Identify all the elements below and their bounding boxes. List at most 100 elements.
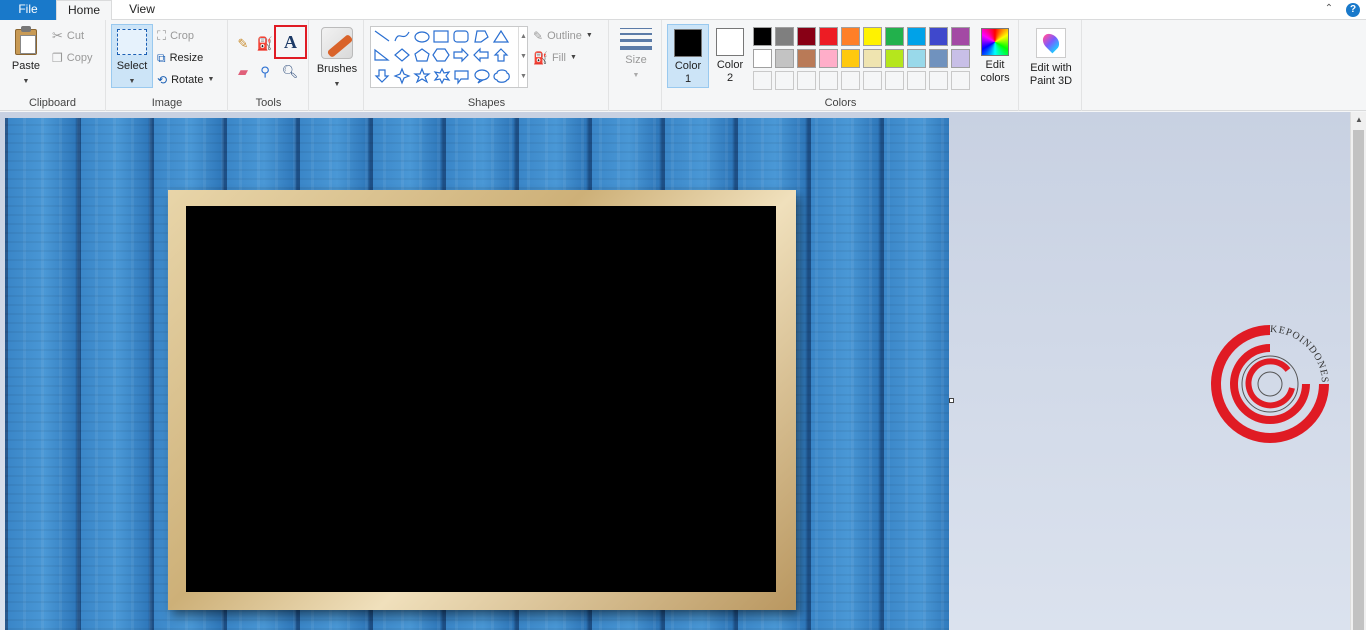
cut-button[interactable]: ✂ Cut <box>52 26 84 46</box>
image-group: Select ▼ ⛶ Crop ⧉ Resize ⟲ Rotate ▼ Imag… <box>107 20 228 111</box>
color2-button[interactable]: Color 2 <box>709 24 751 88</box>
palette-swatch[interactable] <box>841 27 860 46</box>
canvas-workspace <box>0 112 1350 630</box>
custom-color-slot[interactable] <box>951 71 970 90</box>
rotate-icon: ⟲ <box>157 73 168 87</box>
scroll-up-icon[interactable]: ▲ <box>1351 112 1366 128</box>
expand-gallery-icon[interactable]: ▼ <box>519 67 528 87</box>
help-icon[interactable]: ? <box>1346 3 1360 17</box>
brushes-label: Brushes <box>316 63 358 75</box>
colors-group-label: Colors <box>824 97 857 109</box>
palette-swatch[interactable] <box>951 49 970 68</box>
resize-label: Resize <box>169 52 204 64</box>
eraser-icon[interactable]: ▰ <box>233 62 253 82</box>
palette-swatch[interactable] <box>775 49 794 68</box>
palette-swatch[interactable] <box>819 49 838 68</box>
edit-colors-label: Edit colors <box>980 59 1010 84</box>
tab-home[interactable]: Home <box>56 0 112 21</box>
palette-swatch[interactable] <box>929 27 948 46</box>
colors-group: Color 1 Color 2 Edit colors Colors <box>663 20 1019 111</box>
palette-swatch[interactable] <box>863 49 882 68</box>
line-width-icon <box>620 28 652 50</box>
palette-swatch[interactable] <box>775 27 794 46</box>
custom-color-slot[interactable] <box>885 71 904 90</box>
paint-window: File Home View ⌃ ? Paste ▼ ✂ Cut ❐ Copy … <box>0 0 1366 630</box>
palette-swatch[interactable] <box>885 49 904 68</box>
crop-button[interactable]: ⛶ Crop <box>157 26 194 46</box>
outline-button[interactable]: ✎ Outline ▼ <box>533 26 593 46</box>
shapes-icons <box>374 29 510 85</box>
scissors-icon: ✂ <box>52 28 63 43</box>
custom-color-slot[interactable] <box>929 71 948 90</box>
chevron-down-icon: ▼ <box>570 54 577 61</box>
rotate-button[interactable]: ⟲ Rotate ▼ <box>157 70 214 90</box>
color1-swatch <box>674 29 702 57</box>
size-label: Size <box>625 54 647 66</box>
ribbon-tab-bar: File Home View ⌃ ? <box>0 0 1366 21</box>
palette-swatch[interactable] <box>885 27 904 46</box>
tools-group: ✎ ⛽ A ▰ ⚲ 🔍︎ Tools <box>229 20 309 111</box>
tab-view[interactable]: View <box>116 0 168 20</box>
text-tool-icon[interactable]: A <box>274 25 307 59</box>
palette-swatch[interactable] <box>753 49 772 68</box>
brushes-button[interactable]: Brushes ▼ <box>313 24 361 88</box>
custom-color-slot[interactable] <box>841 71 860 90</box>
outline-icon: ✎ <box>533 29 544 43</box>
custom-color-slot[interactable] <box>797 71 816 90</box>
scroll-down-icon[interactable]: ▼ <box>519 47 528 67</box>
edit-colors-button[interactable]: Edit colors <box>974 24 1016 88</box>
palette-swatch[interactable] <box>907 27 926 46</box>
clipboard-group-label: Clipboard <box>28 97 77 109</box>
magnifier-icon[interactable]: 🔍︎ <box>280 62 300 82</box>
paste-label: Paste <box>11 60 41 72</box>
palette-swatch[interactable] <box>797 27 816 46</box>
blackboard <box>186 206 776 592</box>
fill-bucket-icon[interactable]: ⛽ <box>255 34 275 54</box>
ribbon: Paste ▼ ✂ Cut ❐ Copy Clipboard Select ▼ <box>0 20 1366 111</box>
custom-color-slot[interactable] <box>863 71 882 90</box>
tab-file[interactable]: File <box>0 0 56 20</box>
color1-label: Color 1 <box>674 60 702 85</box>
crop-label: Crop <box>170 30 194 42</box>
palette-swatch[interactable] <box>951 27 970 46</box>
custom-color-slot[interactable] <box>907 71 926 90</box>
scrollbar-thumb[interactable] <box>1353 130 1364 630</box>
outline-label: Outline <box>547 30 582 42</box>
palette-swatch[interactable] <box>797 49 816 68</box>
shapes-gallery: ▲ ▼ ▼ <box>370 26 528 88</box>
resize-button[interactable]: ⧉ Resize <box>157 48 203 68</box>
wooden-frame <box>168 190 796 610</box>
color2-label: Color 2 <box>716 59 744 84</box>
scroll-up-icon[interactable]: ▲ <box>519 27 528 47</box>
palette-swatch[interactable] <box>753 27 772 46</box>
rotate-label: Rotate <box>171 74 204 86</box>
shapes-group: ▲ ▼ ▼ ✎ Outline ▼ ⛽ Fill ▼ Shapes <box>365 20 609 111</box>
palette-swatch[interactable] <box>907 49 926 68</box>
custom-color-slot[interactable] <box>819 71 838 90</box>
rectangle-select-icon <box>117 29 147 55</box>
size-button[interactable]: Size ▼ <box>615 26 657 88</box>
edit-with-paint3d-button[interactable]: Edit with Paint 3D <box>1022 24 1080 88</box>
drawing-canvas[interactable] <box>5 118 949 630</box>
canvas-resize-handle[interactable] <box>949 398 954 403</box>
palette-swatch[interactable] <box>863 27 882 46</box>
collapse-ribbon-icon[interactable]: ⌃ <box>1322 2 1336 16</box>
palette-swatch[interactable] <box>929 49 948 68</box>
fill-button[interactable]: ⛽ Fill ▼ <box>533 48 577 68</box>
shapes-gallery-scroll[interactable]: ▲ ▼ ▼ <box>518 27 528 87</box>
palette-swatch[interactable] <box>819 27 838 46</box>
vertical-scrollbar[interactable]: ▲ <box>1350 112 1366 630</box>
color1-button[interactable]: Color 1 <box>667 24 709 88</box>
custom-color-slot[interactable] <box>753 71 772 90</box>
fill-label: Fill <box>551 52 567 64</box>
custom-color-slot[interactable] <box>775 71 794 90</box>
paste-button[interactable]: Paste ▼ <box>6 24 46 88</box>
copy-button[interactable]: ❐ Copy <box>52 48 92 68</box>
color-picker-icon[interactable]: ⚲ <box>255 62 275 82</box>
paint3d-icon <box>1036 28 1066 58</box>
palette-swatch[interactable] <box>841 49 860 68</box>
pencil-icon[interactable]: ✎ <box>233 34 253 54</box>
paintbrush-icon <box>321 27 353 59</box>
select-button[interactable]: Select ▼ <box>111 24 153 88</box>
chevron-down-icon: ▼ <box>207 76 215 83</box>
